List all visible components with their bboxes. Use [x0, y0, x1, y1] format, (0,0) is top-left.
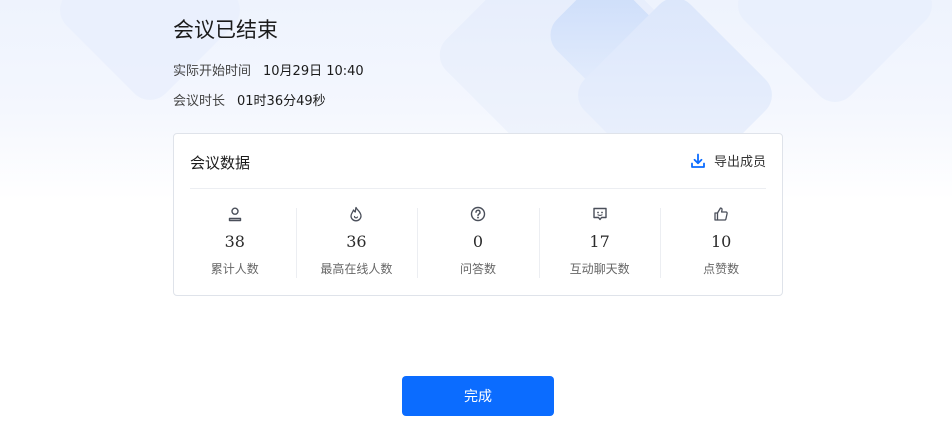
stat-total-attendees: 38 累计人数 — [174, 206, 296, 278]
start-time-value: 10月29日 10:40 — [263, 64, 364, 79]
export-members-button[interactable]: 导出成员 — [690, 151, 766, 170]
stats-row: 38 累计人数 36 最高在线人数 0 问答数 17 互动聊天数 10 点赞数 — [174, 206, 782, 278]
stat-chat-messages: 17 互动聊天数 — [538, 206, 661, 278]
stat-questions: 0 问答数 — [417, 206, 539, 278]
stat-value: 10 — [710, 232, 732, 251]
card-divider — [190, 188, 766, 189]
stat-label: 问答数 — [459, 262, 496, 276]
chat-icon — [592, 207, 607, 221]
stat-value: 0 — [472, 232, 484, 251]
duration-label: 会议时长 — [173, 94, 226, 109]
page-title: 会议已结束 — [173, 18, 278, 42]
stat-value: 38 — [224, 232, 245, 251]
duration-value: 01时36分49秒 — [237, 94, 326, 109]
card-title: 会议数据 — [190, 154, 251, 172]
thumbs-up-icon — [714, 207, 728, 221]
export-members-label: 导出成员 — [713, 155, 766, 170]
question-icon — [470, 206, 486, 222]
stat-peak-online: 36 最高在线人数 — [295, 206, 418, 278]
start-time-row: 实际开始时间 10月29日 10:40 — [173, 60, 364, 79]
stat-value: 36 — [346, 232, 367, 251]
stat-value: 17 — [589, 232, 610, 251]
flame-icon — [350, 206, 363, 222]
stat-label: 最高在线人数 — [320, 262, 393, 276]
done-button[interactable]: 完成 — [402, 376, 554, 416]
duration-row: 会议时长 01时36分49秒 — [173, 90, 326, 109]
start-time-label: 实际开始时间 — [173, 64, 252, 79]
stat-likes: 10 点赞数 — [660, 206, 782, 278]
stat-label: 累计人数 — [210, 262, 259, 276]
meeting-data-card: 会议数据 导出成员 38 累计人数 36 最高在线人数 0 问答数 17 互动聊… — [173, 133, 783, 296]
stat-label: 互动聊天数 — [569, 262, 630, 276]
download-icon — [691, 153, 705, 168]
stat-label: 点赞数 — [703, 262, 740, 276]
user-icon — [228, 207, 241, 222]
